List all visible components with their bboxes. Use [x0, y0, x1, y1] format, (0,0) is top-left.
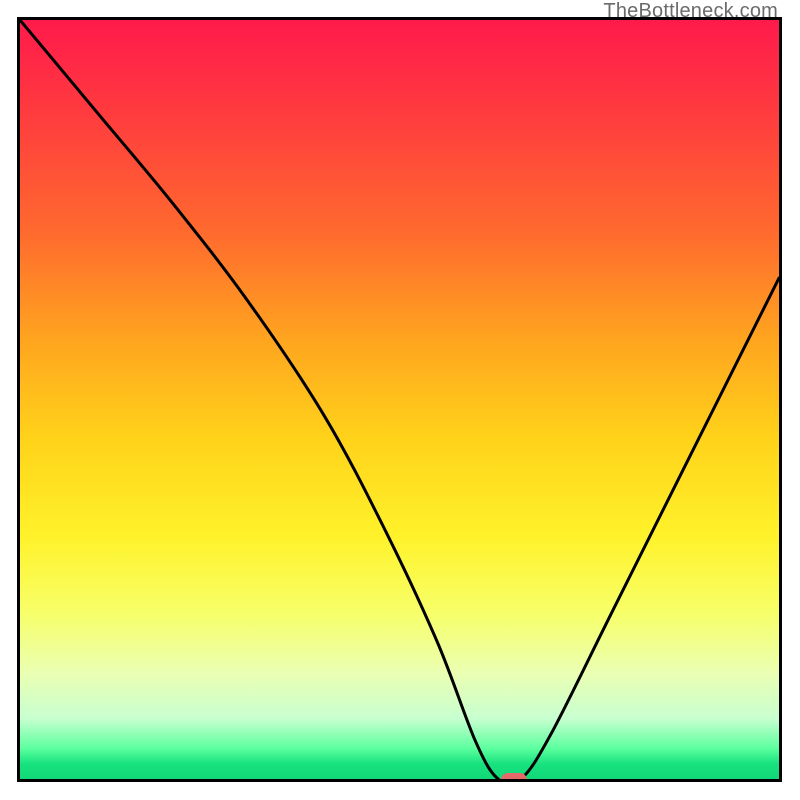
chart-frame	[17, 17, 782, 782]
chart-curve-svg	[20, 20, 779, 779]
bottleneck-minimum-marker	[501, 773, 527, 782]
bottleneck-curve-path	[20, 20, 779, 779]
